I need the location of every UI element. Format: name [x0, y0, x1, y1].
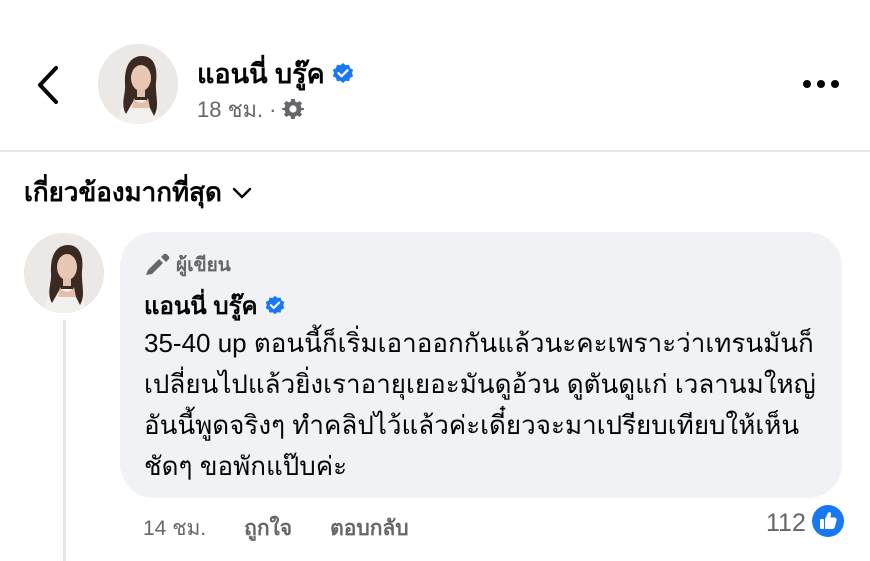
pen-icon: [146, 253, 170, 275]
author-avatar[interactable]: [98, 44, 178, 124]
like-icon: [811, 505, 844, 537]
like-button[interactable]: ถูกใจ: [244, 517, 292, 540]
comment-bubble: ผู้เขียน แอนนี่ บรู๊ค 35-40 up ตอนนี้ก็เ…: [120, 232, 842, 498]
meta-separator: ·: [269, 97, 277, 122]
chevron-down-icon: [232, 187, 252, 199]
verified-badge-icon: [332, 63, 353, 83]
comment-time[interactable]: 14 ชม.: [143, 517, 206, 540]
post-time[interactable]: 18 ชม.: [197, 97, 263, 122]
post-header: แอนนี่ บรู๊ค 18 ชม. ·: [0, 0, 870, 150]
gear-icon[interactable]: [282, 98, 305, 120]
comment-sort-dropdown[interactable]: เกี่ยวข้องมากที่สุด: [24, 172, 252, 213]
commenter-avatar[interactable]: [24, 233, 104, 313]
comment-author-label: แอนนี่ บรู๊ค: [144, 293, 258, 320]
post-meta: 18 ชม. ·: [197, 92, 305, 127]
author-badge: ผู้เขียน: [144, 250, 231, 280]
header-divider: [0, 150, 870, 152]
reaction-count: 112: [766, 509, 806, 537]
comment-text: 35-40 up ตอนนี้ก็เริ่มเอาออกกันแล้วนะคะเ…: [144, 328, 816, 481]
more-dots-icon[interactable]: [800, 72, 842, 96]
reply-thread-line: [63, 320, 66, 561]
reaction-summary[interactable]: 112: [766, 505, 844, 538]
post-author-label: แอนนี่ บรู๊ค: [197, 59, 325, 89]
comment-actions: 14 ชม. ถูกใจ ตอบกลับ: [143, 512, 447, 545]
comment-author-name[interactable]: แอนนี่ บรู๊ค: [144, 286, 286, 325]
back-chevron-icon[interactable]: [30, 62, 66, 108]
reply-button[interactable]: ตอบกลับ: [330, 517, 409, 540]
post-author-name[interactable]: แอนนี่ บรู๊ค: [197, 52, 355, 95]
sort-label: เกี่ยวข้องมากที่สุด: [24, 177, 222, 207]
author-badge-label: ผู้เขียน: [176, 255, 231, 276]
verified-badge-icon: [265, 295, 284, 315]
